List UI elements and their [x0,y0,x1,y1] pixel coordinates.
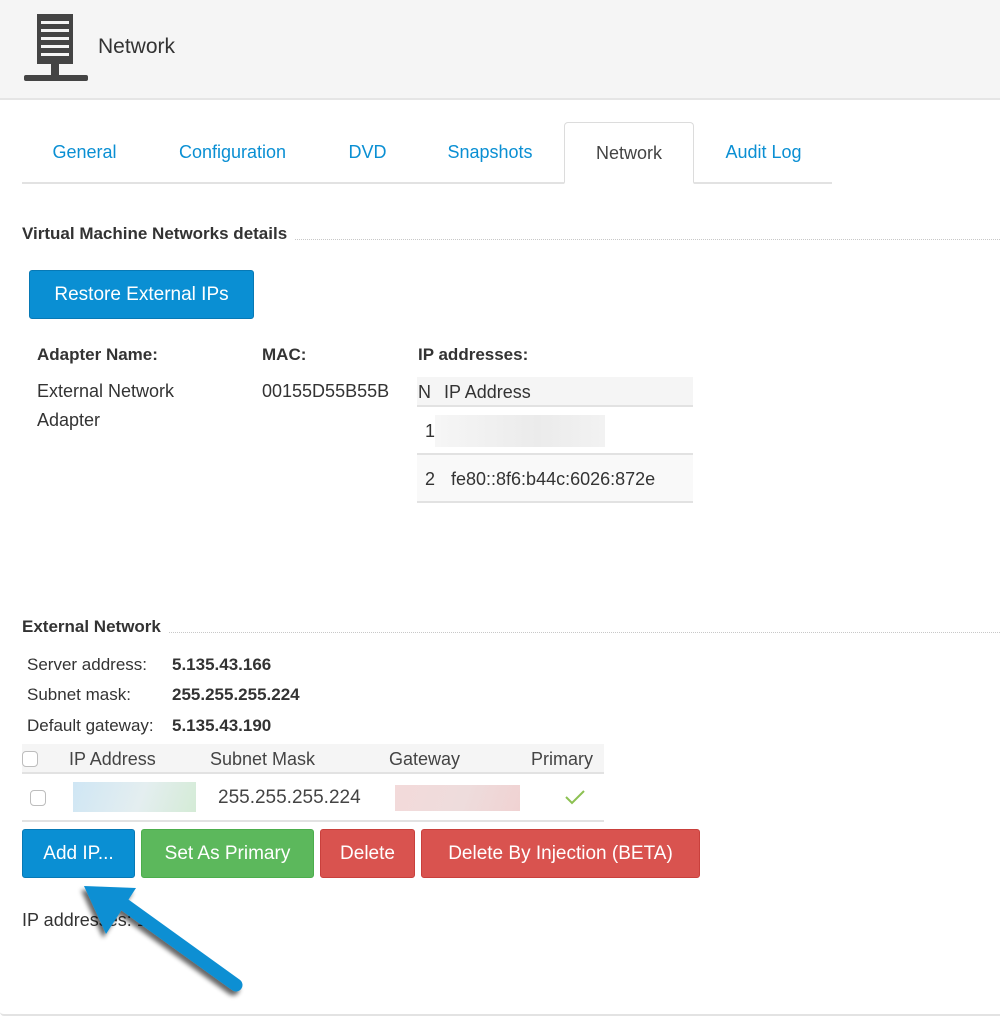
subnet-mask-cell: 255.255.255.224 [218,787,361,808]
restore-external-ips-button[interactable]: Restore External IPs [29,270,254,319]
delete-by-injection-button[interactable]: Delete By Injection (BETA) [421,829,700,878]
mac-value: 00155D55B55B [262,381,390,401]
column-header-gateway: Gateway [389,749,461,769]
subnet-mask-label: Subnet mask: [27,685,131,704]
default-gateway-value: 5.135.43.190 [172,716,272,735]
column-header-primary: Primary [531,749,593,769]
external-network-section-header: External Network [22,617,1000,637]
select-all-checkbox[interactable] [22,751,38,767]
ip-address-count: IP addresses: 1 [22,910,147,930]
server-address-value: 5.135.43.166 [172,655,272,674]
table-header: N IP Address [417,377,693,407]
subnet-mask-value: 255.255.255.224 [172,685,300,704]
page: Network General Configuration DVD Snapsh… [0,0,1000,1016]
primary-check-icon [565,790,585,805]
ip-address-value: fe80::8f6:b44c:6026:872e [451,469,656,489]
set-as-primary-button[interactable]: Set As Primary [141,829,314,878]
vm-networks-section-header: Virtual Machine Networks details [22,224,1000,244]
tab-snapshots[interactable]: Snapshots [440,122,540,184]
table-row: 1 [417,407,693,455]
tab-network[interactable]: Network [564,122,694,184]
tab-audit-log[interactable]: Audit Log [716,122,811,184]
row-number: 2 [425,469,436,489]
adapter-name-label: Adapter Name: [37,345,158,364]
table-row[interactable]: 255.255.255.224 [22,774,604,822]
external-ip-table: IP Address Subnet Mask Gateway Primary 2… [22,744,604,822]
section-divider [168,631,1000,633]
tab-bar: General Configuration DVD Snapshots Netw… [22,122,832,184]
section-title: Virtual Machine Networks details [22,224,288,243]
server-icon [24,14,88,81]
ip-addresses-label: IP addresses: [418,345,529,364]
adapter-ip-table: N IP Address 1 2 fe80::8f6:b44c:6026:872… [417,377,693,503]
section-title: External Network [22,617,161,636]
tab-configuration[interactable]: Configuration [170,122,295,184]
section-divider [295,238,1000,240]
table-row: 2 fe80::8f6:b44c:6026:872e [417,455,693,503]
page-title: Network [98,35,176,58]
column-header-subnet-mask: Subnet Mask [210,749,316,769]
row-checkbox[interactable] [30,790,46,806]
tab-general[interactable]: General [42,122,127,184]
column-header-ip-address: IP Address [69,749,156,769]
redacted-ip-address [73,782,196,812]
server-address-label: Server address: [27,655,147,674]
delete-button[interactable]: Delete [320,829,415,878]
default-gateway-label: Default gateway: [27,716,154,735]
adapter-name-value: External Network [37,381,175,401]
column-header-n: N [418,382,431,402]
adapter-name-value-line2: Adapter [37,410,101,430]
add-ip-button[interactable]: Add IP... [22,829,135,878]
column-header-ip-address: IP Address [444,382,531,402]
mac-label: MAC: [262,345,307,364]
tab-dvd[interactable]: DVD [340,122,395,184]
redacted-gateway [395,785,520,811]
row-number: 1 [425,421,436,441]
page-header: Network [0,0,1000,100]
table-header: IP Address Subnet Mask Gateway Primary [22,744,604,774]
redacted-ip-address [435,415,605,447]
